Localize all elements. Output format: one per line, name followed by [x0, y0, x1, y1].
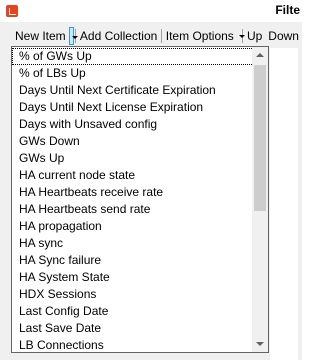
- background-scrollbar[interactable]: [298, 48, 302, 360]
- toolbar: New Item Add Collection Item Options Up …: [0, 26, 302, 46]
- dropdown-item[interactable]: GWs Up: [12, 150, 268, 167]
- dropdown-item[interactable]: HA Sync failure: [12, 252, 268, 269]
- new-item-button[interactable]: New Item: [12, 27, 69, 45]
- dropdown-item[interactable]: HA sync: [12, 235, 268, 252]
- scrollbar-thumb[interactable]: [254, 65, 266, 211]
- new-item-dropdown-arrow-icon[interactable]: [68, 27, 78, 45]
- item-options-button[interactable]: Item Options: [163, 27, 237, 45]
- dropdown-item[interactable]: HA current node state: [12, 167, 268, 184]
- dropdown-item[interactable]: HA Heartbeats receive rate: [12, 184, 268, 201]
- scroll-up-arrow-icon[interactable]: [252, 47, 268, 63]
- dropdown-scrollbar[interactable]: [252, 47, 268, 352]
- filter-title: Filte: [275, 3, 300, 17]
- dropdown-item[interactable]: Days with Unsaved config: [12, 116, 268, 133]
- dropdown-item[interactable]: Days Until Next License Expiration: [12, 99, 268, 116]
- dropdown-item[interactable]: HA Heartbeats send rate: [12, 201, 268, 218]
- dropdown-item[interactable]: % of LBs Up: [12, 65, 268, 82]
- down-button[interactable]: Down: [265, 27, 302, 45]
- add-collection-button[interactable]: Add Collection: [77, 27, 160, 45]
- dropdown-list: % of GWs Up % of LBs Up Days Until Next …: [12, 48, 268, 352]
- item-options-dropdown-arrow-icon[interactable]: [237, 27, 245, 45]
- app-window: Filte New Item Add Collection Item Optio…: [0, 0, 302, 360]
- scroll-down-arrow-icon[interactable]: [252, 336, 268, 352]
- dropdown-item[interactable]: LB Connections: [12, 337, 268, 352]
- up-button[interactable]: Up: [244, 27, 265, 45]
- dropdown-item[interactable]: GWs Down: [12, 133, 268, 150]
- new-item-dropdown-menu: % of GWs Up % of LBs Up Days Until Next …: [11, 46, 269, 353]
- dropdown-item[interactable]: HA propagation: [12, 218, 268, 235]
- dropdown-item[interactable]: Days Until Next Certificate Expiration: [12, 82, 268, 99]
- dropdown-item[interactable]: Last Config Date: [12, 303, 268, 320]
- app-logo-icon: [6, 5, 18, 17]
- dropdown-item[interactable]: Last Save Date: [12, 320, 268, 337]
- dropdown-item[interactable]: % of GWs Up: [12, 48, 268, 65]
- dropdown-item[interactable]: HA System State: [12, 269, 268, 286]
- title-bar: Filte: [0, 0, 302, 22]
- dropdown-item[interactable]: HDX Sessions: [12, 286, 268, 303]
